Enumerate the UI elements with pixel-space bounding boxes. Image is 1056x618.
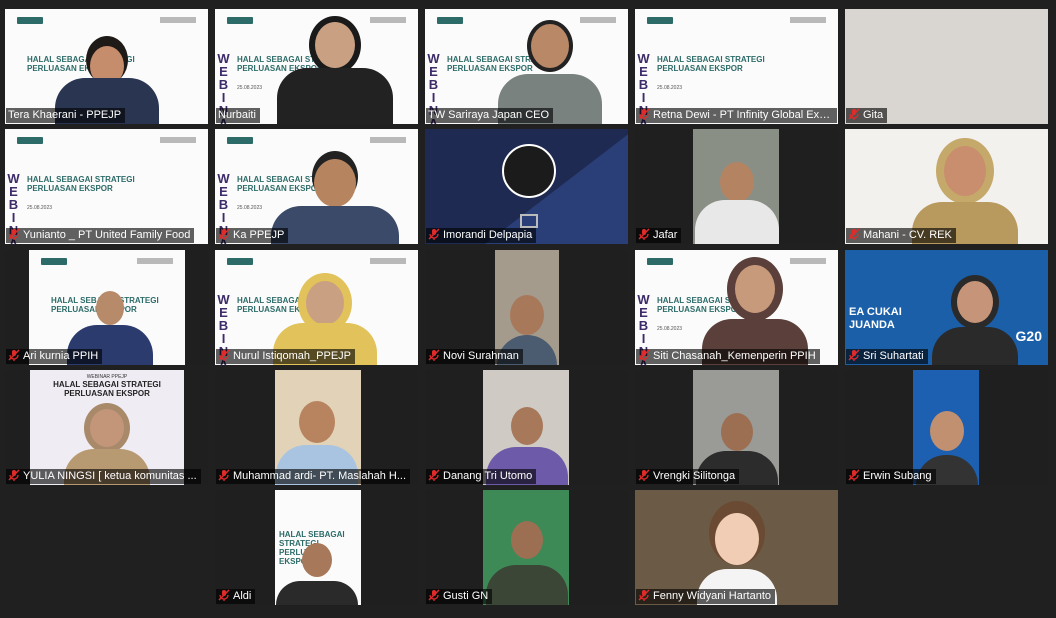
video-tile[interactable]: Danang Tri Utomo [425, 370, 628, 485]
participant-name: Mahani - CV. REK [846, 228, 956, 243]
participant-name: Muhammad ardi- PT. Maslahah H... [216, 469, 411, 484]
video-tile[interactable]: HALAL SEBAGAI STRATEGI PERLUASAN EKSPOR … [5, 9, 208, 124]
participant-name: Yunianto _ PT United Family Food [6, 228, 195, 243]
app-logo-icon [502, 144, 556, 198]
mic-muted-icon [428, 228, 440, 240]
mic-muted-icon [218, 228, 230, 240]
participant-name: Siti Chasanah_Kemenperin PPIH [636, 349, 820, 364]
video-tile[interactable]: Gusti GN [425, 490, 628, 605]
video-tile[interactable]: WEBINAR PPEJP HALAL SEBAGAI STRATEGI PER… [5, 370, 208, 485]
participant-name: Erwin Subang [846, 469, 936, 484]
mic-muted-icon [848, 349, 860, 361]
participant-video [270, 154, 400, 244]
video-tile[interactable]: Erwin Subang [845, 370, 1048, 485]
camera-off-icon [520, 214, 538, 228]
participant-name: Gusti GN [426, 589, 493, 604]
participant-name: Nurbaiti [216, 108, 260, 123]
video-tile[interactable]: HALAL SEBAGAI STRATEGI PERLUASAN EKSPOR … [5, 250, 208, 365]
video-tile[interactable]: Novi Surahman [425, 250, 628, 365]
participant-video [930, 273, 1020, 365]
mic-muted-icon [638, 108, 650, 120]
partner-logo [160, 17, 196, 23]
participant-name: Ari kurnia PPIH [6, 349, 103, 364]
mic-muted-icon [218, 589, 230, 601]
camera-off-placeholder [425, 129, 628, 244]
participant-name: Ka PPEJP [216, 228, 289, 243]
mic-muted-icon [428, 349, 440, 361]
video-tile[interactable]: Gita [845, 9, 1048, 124]
participant-name: TW Sariraya Japan CEO [426, 108, 554, 123]
video-tile[interactable]: Imorandi Delpapia [425, 129, 628, 244]
mic-muted-icon [428, 469, 440, 481]
participant-name: Sri Suhartati [846, 349, 928, 364]
participant-name: Nurul Istiqomah_PPEJP [216, 349, 355, 364]
mic-muted-icon [8, 228, 20, 240]
mic-muted-icon [848, 108, 860, 120]
video-tile[interactable]: WEBINAR HALAL SEBAGAI STRATEGI PERLUASAN… [215, 129, 418, 244]
participant-video [484, 509, 570, 605]
mic-muted-icon [848, 228, 860, 240]
slide-date: 25.08.2023 [657, 85, 683, 91]
organizer-logo [17, 17, 43, 24]
mic-muted-icon [218, 469, 230, 481]
participant-video [275, 14, 395, 124]
participant-name: Jafar [636, 228, 682, 243]
slide-title: HALAL SEBAGAI STRATEGI PERLUASAN EKSPOR [657, 55, 765, 73]
background-poster-text: EA CUKAI JUANDA [849, 306, 902, 331]
mic-muted-icon [638, 349, 650, 361]
participant-name: Tera Khaerani - PPEJP [6, 108, 126, 123]
participant-name: Vrengki Silitonga [636, 469, 740, 484]
video-tile[interactable]: EA CUKAI JUANDA G20 Sri Suhartati [845, 250, 1048, 365]
video-tile[interactable]: Muhammad ardi- PT. Maslahah H... [215, 370, 418, 485]
mic-muted-icon [8, 349, 20, 361]
video-tile[interactable]: WEBINAR HALAL SEBAGAI STRATEGI PERLUASAN… [635, 9, 838, 124]
participant-name: Fenny Widyani Hartanto [636, 589, 775, 604]
participant-name: Imorandi Delpapia [426, 228, 537, 243]
video-tile[interactable]: WEBINAR HALAL SEBAGAI STRATEGI PERLUASAN… [425, 9, 628, 124]
video-tile[interactable]: WEBINAR HALAL SEBAGAI STRATEGI PERLUASAN… [5, 129, 208, 244]
mic-muted-icon [638, 228, 650, 240]
slide-date: 25.08.2023 [237, 205, 263, 211]
participant-name: YULIA NINGSI [ ketua komunitas ... [6, 469, 201, 484]
shared-slide: WEBINAR HALAL SEBAGAI STRATEGI PERLUASAN… [635, 9, 838, 124]
video-tile[interactable]: WEBINAR HALAL SEBAGAI STRATEGI PERLUASAN… [215, 250, 418, 365]
slide-date: 25.08.2023 [237, 85, 263, 91]
video-tile[interactable]: Fenny Widyani Hartanto [635, 490, 838, 605]
slide-date: 25.08.2023 [657, 326, 683, 332]
mic-muted-icon [218, 349, 230, 361]
participant-name: Gita [846, 108, 888, 123]
participant-name: Danang Tri Utomo [426, 469, 537, 484]
shared-slide: WEBINAR HALAL SEBAGAI STRATEGI PERLUASAN… [5, 129, 208, 244]
video-tile[interactable]: WEBINAR HALAL SEBAGAI STRATEGI PERLUASAN… [215, 9, 418, 124]
video-tile[interactable]: HALAL SEBAGAI STRATEGI PERLUASAN EKSPOR … [215, 490, 418, 605]
mic-muted-icon [638, 469, 650, 481]
slide-date: 25.08.2023 [27, 205, 53, 211]
video-tile[interactable]: WEBINAR HALAL SEBAGAI STRATEGI PERLUASAN… [635, 250, 838, 365]
participant-name: Retna Dewi - PT Infinity Global Exp... [636, 108, 837, 123]
participant-name: Novi Surahman [426, 349, 523, 364]
mic-muted-icon [428, 589, 440, 601]
participant-video [274, 543, 360, 605]
participant-name: Aldi [216, 589, 256, 604]
participant-video [692, 144, 782, 244]
slide-title: HALAL SEBAGAI STRATEGI PERLUASAN EKSPOR [27, 175, 135, 193]
video-tile[interactable]: Vrengki Silitonga [635, 370, 838, 485]
mic-muted-icon [638, 589, 650, 601]
video-tile[interactable]: Mahani - CV. REK [845, 129, 1048, 244]
mic-muted-icon [848, 469, 860, 481]
video-tile[interactable]: Jafar [635, 129, 838, 244]
mic-muted-icon [8, 469, 20, 481]
slide-title: HALAL SEBAGAI STRATEGI PERLUASAN EKSPOR [53, 380, 161, 398]
